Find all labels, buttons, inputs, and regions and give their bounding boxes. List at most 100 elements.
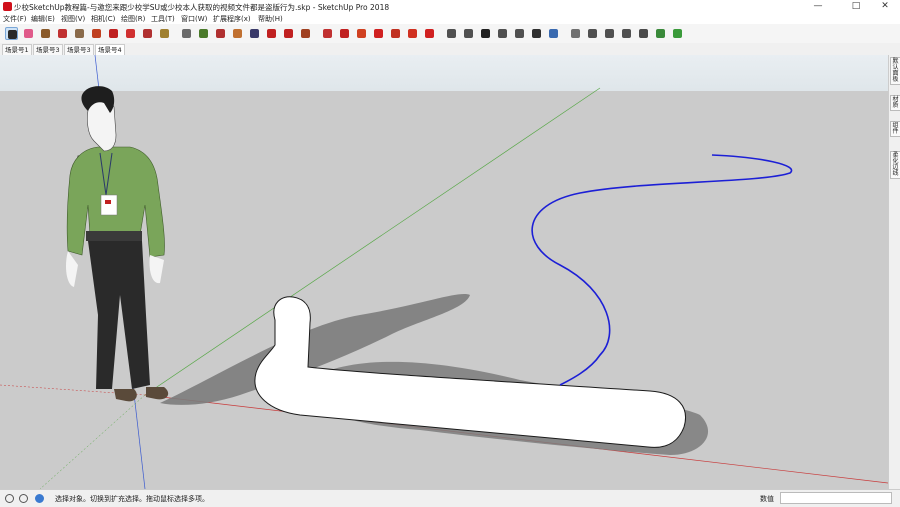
section-cut-icon: [622, 29, 631, 38]
modeling-viewport[interactable]: [0, 55, 888, 489]
extension-warehouse-tool-button[interactable]: [299, 27, 312, 40]
maximize-button[interactable]: □: [843, 0, 869, 13]
shaded-tool-button[interactable]: [547, 27, 560, 40]
settings-icon: [374, 29, 383, 38]
right-view-tool-button[interactable]: [479, 27, 492, 40]
eraser-tool-button[interactable]: [22, 27, 35, 40]
xray-tool-button[interactable]: [569, 27, 582, 40]
blue-curve: [531, 154, 793, 386]
title-bar: 少校SketchUp教程篇-与邀您来跟少校学SU或少校本人获取的视频文件都是盗版…: [0, 0, 900, 13]
text-tool-button[interactable]: [180, 27, 193, 40]
push-pull-icon: [92, 29, 101, 38]
help-icon[interactable]: [35, 494, 44, 503]
text-icon: [182, 29, 191, 38]
right-view-icon: [481, 29, 490, 38]
line-icon: [41, 29, 50, 38]
section-display-tool-button[interactable]: [603, 27, 616, 40]
arc-tool-button[interactable]: [56, 27, 69, 40]
menu-extensions[interactable]: 扩展程序(x): [213, 14, 251, 24]
main-toolbar: [0, 24, 900, 44]
side-tab-default-tray[interactable]: 默认面板: [890, 57, 900, 85]
style-builder-tool-button[interactable]: [355, 27, 368, 40]
rectangle-icon: [75, 29, 84, 38]
zoom-extents-tool-button[interactable]: [265, 27, 278, 40]
scale-icon: [143, 29, 152, 38]
minimize-button[interactable]: —: [805, 0, 831, 13]
orbit-icon: [216, 29, 225, 38]
menu-draw[interactable]: 绘图(R): [121, 14, 145, 24]
shield-tool-button[interactable]: [637, 27, 650, 40]
shaded-icon: [549, 29, 558, 38]
push-pull-tool-button[interactable]: [90, 27, 103, 40]
iso-view-icon: [391, 29, 400, 38]
export-icon: [425, 29, 434, 38]
tape-measure-tool-button[interactable]: [158, 27, 171, 40]
warehouse-icon: [284, 29, 293, 38]
scene-canvas: [0, 55, 888, 489]
scene-tabs: 场景号1 场景号3 场景号3 场景号4: [0, 43, 900, 56]
sandbox-icon: [656, 29, 665, 38]
menu-file[interactable]: 文件(F): [3, 14, 27, 24]
orbit-tool-button[interactable]: [214, 27, 227, 40]
paint-bucket-icon: [199, 29, 208, 38]
tape-measure-icon: [160, 29, 169, 38]
settings-tool-button[interactable]: [372, 27, 385, 40]
select-icon: [8, 30, 17, 39]
left-view-icon: [515, 29, 524, 38]
iso-view-tool-button[interactable]: [389, 27, 402, 40]
arc-icon: [58, 29, 67, 38]
credits-icon[interactable]: [19, 494, 28, 503]
geo-location-icon[interactable]: [5, 494, 14, 503]
back-view-tool-button[interactable]: [496, 27, 509, 40]
front-view-tool-button[interactable]: [462, 27, 475, 40]
scale-tool-button[interactable]: [141, 27, 154, 40]
menu-view[interactable]: 视图(V): [61, 14, 85, 24]
section-plane-tool-button[interactable]: [586, 27, 599, 40]
green-axis-negative: [39, 394, 146, 489]
close-button[interactable]: ✕: [872, 0, 898, 13]
top-view-tool-button[interactable]: [445, 27, 458, 40]
zoom-extents-icon: [267, 29, 276, 38]
move-tool-button[interactable]: [107, 27, 120, 40]
shield-icon: [639, 29, 648, 38]
layout-tool-button[interactable]: [338, 27, 351, 40]
recycle-tool-button[interactable]: [671, 27, 684, 40]
select-tool-button[interactable]: [5, 27, 18, 40]
side-tab-soften-edges[interactable]: 柔化边线: [890, 151, 900, 179]
style-builder-icon: [357, 29, 366, 38]
pan-icon: [233, 29, 242, 38]
menu-camera[interactable]: 相机(C): [91, 14, 115, 24]
paint-bucket-tool-button[interactable]: [197, 27, 210, 40]
menu-edit[interactable]: 编辑(E): [31, 14, 55, 24]
export-tool-button[interactable]: [423, 27, 436, 40]
person-figure: [66, 86, 169, 402]
warehouse-tool-button[interactable]: [282, 27, 295, 40]
layout-icon: [340, 29, 349, 38]
zoom-icon: [250, 29, 259, 38]
eraser-icon: [24, 29, 33, 38]
components-tool-button[interactable]: [321, 27, 334, 40]
menu-window[interactable]: 窗口(W): [181, 14, 207, 24]
menu-tools[interactable]: 工具(T): [151, 14, 175, 24]
move-icon: [109, 29, 118, 38]
perspective-tool-button[interactable]: [530, 27, 543, 40]
folder-tool-button[interactable]: [406, 27, 419, 40]
sketchup-app-icon: [3, 2, 12, 11]
section-cut-tool-button[interactable]: [620, 27, 633, 40]
rectangle-tool-button[interactable]: [73, 27, 86, 40]
menu-help[interactable]: 帮助(H): [258, 14, 283, 24]
side-tab-materials[interactable]: 材质: [890, 95, 900, 111]
line-tool-button[interactable]: [39, 27, 52, 40]
rotate-icon: [126, 29, 135, 38]
measurements-label: 数值: [760, 495, 774, 503]
rotate-tool-button[interactable]: [124, 27, 137, 40]
side-tab-components[interactable]: 组件: [890, 121, 900, 137]
pan-tool-button[interactable]: [231, 27, 244, 40]
measurements-input[interactable]: [780, 492, 892, 504]
extension-warehouse-icon: [301, 29, 310, 38]
zoom-tool-button[interactable]: [248, 27, 261, 40]
left-view-tool-button[interactable]: [513, 27, 526, 40]
sandbox-tool-button[interactable]: [654, 27, 667, 40]
default-tray-panel: 默认面板 材质 组件 柔化边线: [888, 55, 900, 489]
status-hint-text: 选择对象。切换到扩充选择。拖动鼠标选择多项。: [55, 495, 209, 503]
